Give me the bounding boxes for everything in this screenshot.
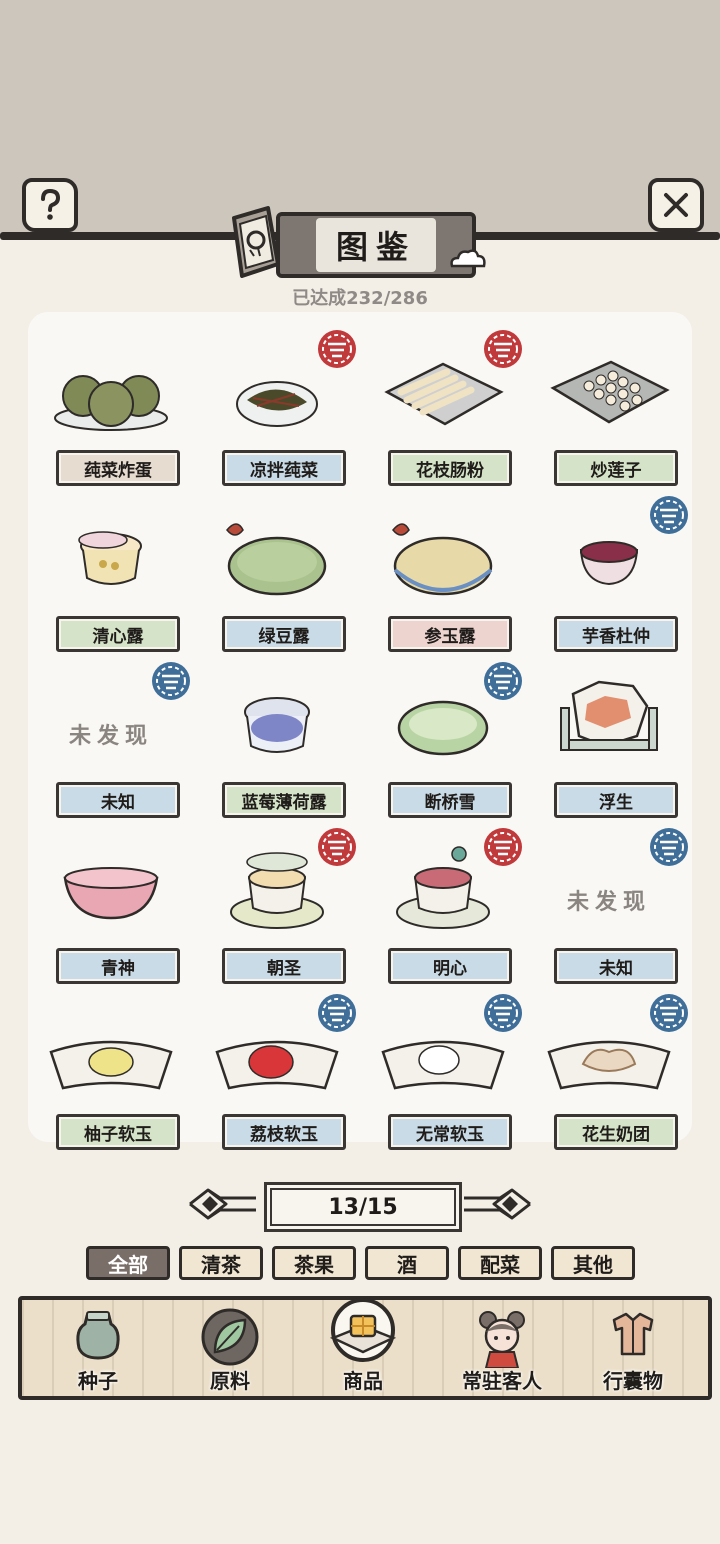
- dish-name-label: 明心: [388, 948, 512, 984]
- collection-item[interactable]: 莼菜炸蛋: [36, 330, 186, 490]
- undiscovered-text: 未发现: [68, 724, 153, 749]
- red-seal-stamp-icon: [484, 828, 522, 866]
- dish-name-label: 花生奶团: [554, 1114, 678, 1150]
- collection-item[interactable]: 蓝莓薄荷露: [202, 662, 352, 822]
- nav-ingredients-label: 原料: [210, 1369, 250, 1393]
- dish-name-label: 花枝肠粉: [388, 450, 512, 486]
- dish-image: [244, 697, 310, 753]
- collection-item[interactable]: 未发现未知: [36, 662, 190, 822]
- bottom-nav: 种子 原料 商品 常驻客人 行囊物: [18, 1296, 712, 1400]
- nav-inventory-label: 行囊物: [603, 1369, 663, 1393]
- dish-name-label: 浮生: [554, 782, 678, 818]
- collection-item[interactable]: 荔枝软玉: [202, 994, 356, 1154]
- question-mark-icon: [41, 188, 61, 220]
- seed-jar-icon: [76, 1311, 120, 1360]
- collection-item[interactable]: 花生奶团: [534, 994, 688, 1154]
- robe-icon: [612, 1312, 654, 1356]
- nav-regular-guests[interactable]: 常驻客人: [446, 1300, 558, 1396]
- dish-image: [49, 1040, 173, 1090]
- red-seal-stamp-icon: [318, 828, 356, 866]
- collection-item[interactable]: 明心: [368, 828, 522, 988]
- page-title: 图鉴: [315, 218, 436, 272]
- tab-tea-snacks[interactable]: 茶果: [272, 1246, 356, 1280]
- leaf-icon: [201, 1308, 259, 1366]
- collection-item[interactable]: 无常软玉: [368, 994, 522, 1154]
- blue-seal-stamp-icon: [484, 662, 522, 700]
- dish-name-label: 断桥雪: [388, 782, 512, 818]
- collection-item[interactable]: 浮生: [534, 662, 684, 822]
- dish-name-label: 柚子软玉: [56, 1114, 180, 1150]
- collection-item[interactable]: 朝圣: [202, 828, 356, 988]
- blue-seal-stamp-icon: [318, 994, 356, 1032]
- tab-side-dishes[interactable]: 配菜: [458, 1246, 542, 1280]
- tofu-plate-icon: [329, 1298, 397, 1362]
- girl-avatar-icon: [479, 1311, 525, 1368]
- ornate-arrow-left-icon[interactable]: [186, 1184, 262, 1224]
- close-button[interactable]: [648, 178, 704, 232]
- page-indicator: 13/15: [264, 1182, 462, 1232]
- progress-text: 已达成232/286: [292, 288, 428, 309]
- dish-image: [63, 867, 159, 920]
- tab-wine[interactable]: 酒: [365, 1246, 449, 1280]
- tab-all[interactable]: 全部: [86, 1246, 170, 1280]
- dish-name-label: 朝圣: [222, 948, 346, 984]
- blue-seal-stamp-icon: [650, 496, 688, 534]
- nav-ingredients[interactable]: 原料: [190, 1300, 270, 1396]
- nav-regular-guests-label: 常驻客人: [462, 1369, 542, 1393]
- collection-item[interactable]: 柚子软玉: [36, 994, 186, 1154]
- blue-seal-stamp-icon: [650, 994, 688, 1032]
- undiscovered-text: 未发现: [566, 890, 651, 915]
- dish-name-label: 参玉露: [388, 616, 512, 652]
- dish-image: [560, 680, 658, 751]
- dish-name-label: 炒莲子: [554, 450, 678, 486]
- dish-image: [226, 523, 327, 596]
- collection-item[interactable]: 参玉露: [368, 496, 518, 656]
- dish-name-label: 蓝莓薄荷露: [222, 782, 346, 818]
- collection-item[interactable]: 花枝肠粉: [368, 330, 522, 490]
- collection-item[interactable]: 炒莲子: [534, 330, 684, 490]
- dish-name-label: 荔枝软玉: [222, 1114, 346, 1150]
- tab-clear-tea[interactable]: 清茶: [179, 1246, 263, 1280]
- dish-name-label: 未知: [56, 782, 180, 818]
- collection-item[interactable]: 绿豆露: [202, 496, 352, 656]
- dish-name-label: 绿豆露: [222, 616, 346, 652]
- close-x-icon: [664, 193, 688, 217]
- dish-name-label: 莼菜炸蛋: [56, 450, 180, 486]
- blue-seal-stamp-icon: [484, 994, 522, 1032]
- collection-item[interactable]: 清心露: [36, 496, 186, 656]
- dish-name-label: 凉拌莼菜: [222, 450, 346, 486]
- nav-goods-label: 商品: [343, 1369, 383, 1393]
- top-backdrop: [0, 0, 720, 236]
- dish-name-label: 未知: [554, 948, 678, 984]
- dish-name-label: 青神: [56, 948, 180, 984]
- ornate-arrow-right-icon[interactable]: [458, 1184, 534, 1224]
- nav-seeds[interactable]: 种子: [58, 1300, 138, 1396]
- dish-name-label: 芋香杜仲: [554, 616, 678, 652]
- collection-item[interactable]: 未发现未知: [534, 828, 688, 988]
- red-seal-stamp-icon: [484, 330, 522, 368]
- collection-item[interactable]: 凉拌莼菜: [202, 330, 356, 490]
- collection-item[interactable]: 青神: [36, 828, 186, 988]
- title-plaque: 图鉴: [276, 212, 476, 278]
- dish-name-label: 清心露: [56, 616, 180, 652]
- dish-name-label: 无常软玉: [388, 1114, 512, 1150]
- blue-seal-stamp-icon: [650, 828, 688, 866]
- help-button[interactable]: [22, 178, 78, 232]
- collection-panel: 莼菜炸蛋 凉拌莼菜 花枝肠粉 炒莲子 清心露 绿豆露 参玉露 芋香杜仲 未发现 未知 蓝莓薄荷露 断桥…: [28, 312, 692, 1150]
- nav-seeds-label: 种子: [78, 1369, 118, 1393]
- red-seal-stamp-icon: [318, 330, 356, 368]
- dish-image: [392, 523, 493, 596]
- dish-image: [54, 375, 168, 431]
- collection-item[interactable]: 断桥雪: [368, 662, 522, 822]
- nav-goods[interactable]: 商品: [318, 1298, 408, 1396]
- dish-image: [550, 360, 670, 424]
- cloud-icon: [450, 249, 486, 268]
- nav-inventory[interactable]: 行囊物: [588, 1300, 678, 1396]
- collection-item[interactable]: 芋香杜仲: [534, 496, 688, 656]
- blue-seal-stamp-icon: [152, 662, 190, 700]
- dish-image: [78, 531, 142, 585]
- pager: 13/15: [0, 1180, 720, 1234]
- tab-other[interactable]: 其他: [551, 1246, 635, 1280]
